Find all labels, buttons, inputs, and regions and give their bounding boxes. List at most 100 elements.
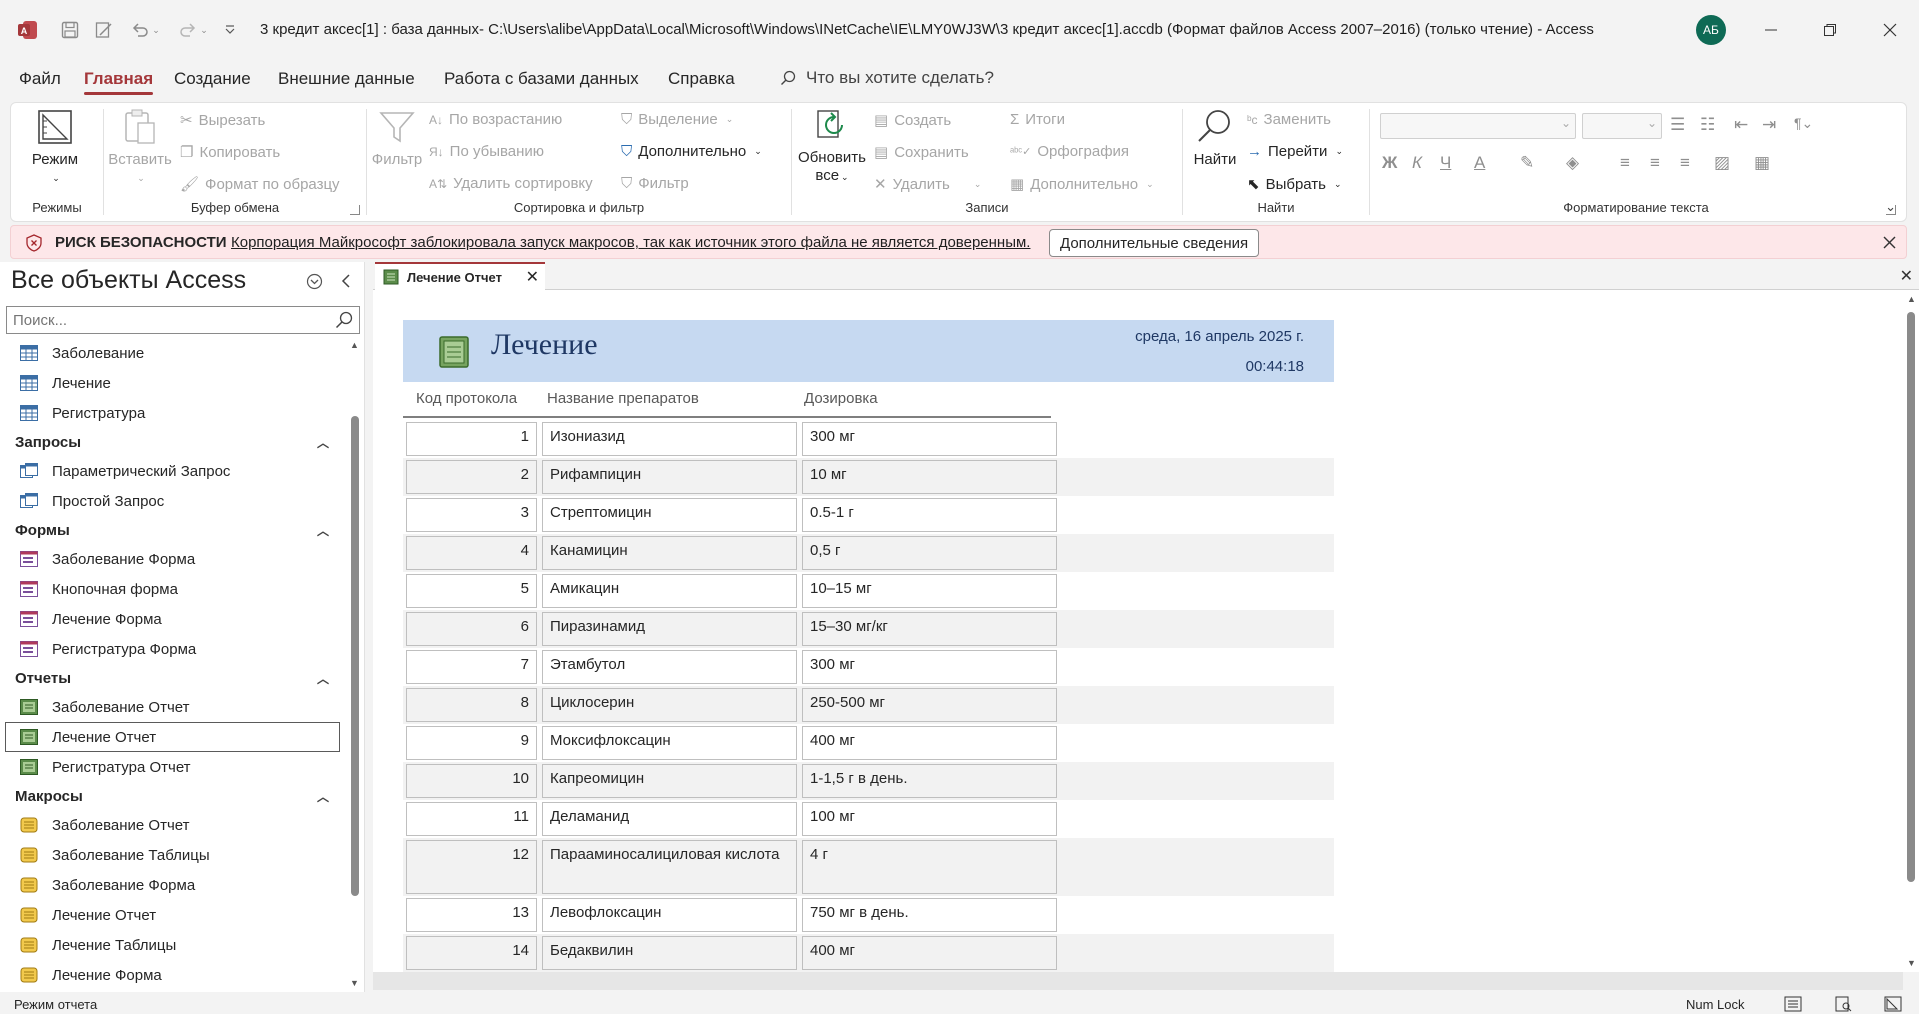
bold-icon[interactable]: Ж	[1382, 153, 1397, 173]
align-left-icon[interactable]: ≡	[1620, 153, 1630, 173]
protocol-code-cell[interactable]: 7	[406, 650, 537, 684]
nav-category[interactable]: Запросы ︿	[0, 428, 345, 456]
new-record-button[interactable]: ▤ Создать	[874, 111, 951, 130]
form-edit-icon[interactable]	[92, 18, 116, 42]
sort-ascending-button[interactable]: A↓ По возрастанию	[429, 111, 562, 128]
select-button[interactable]: ⬉ Выбрать ⌄	[1247, 175, 1342, 194]
dosage-cell[interactable]: 400 мг	[802, 936, 1057, 970]
restore-button[interactable]	[1815, 15, 1845, 45]
nav-item[interactable]: Заболевание Таблицы	[0, 840, 345, 870]
undo-dropdown-icon[interactable]: ⌄	[150, 18, 162, 42]
drug-name-cell[interactable]: Рифампицин	[542, 460, 797, 494]
report-horizontal-scrollbar[interactable]	[373, 972, 1903, 990]
dosage-cell[interactable]: 750 мг в день.	[802, 898, 1057, 932]
nav-item[interactable]: Регистратура Отчет	[0, 752, 345, 782]
print-preview-icon[interactable]	[1834, 996, 1852, 1012]
protocol-code-cell[interactable]: 9	[406, 726, 537, 760]
access-app-icon[interactable]: A	[16, 18, 40, 42]
protocol-code-cell[interactable]: 13	[406, 898, 537, 932]
protocol-code-cell[interactable]: 8	[406, 688, 537, 722]
dosage-cell[interactable]: 15–30 мг/кг	[802, 612, 1057, 646]
dosage-cell[interactable]: 10–15 мг	[802, 574, 1057, 608]
nav-item[interactable]: Регистратура	[0, 398, 345, 428]
increase-indent-icon[interactable]: ⇥	[1762, 115, 1776, 135]
protocol-code-cell[interactable]: 2	[406, 460, 537, 494]
avatar[interactable]: АБ	[1696, 15, 1726, 45]
drug-name-cell[interactable]: Парааминосалициловая кислота	[542, 840, 797, 894]
drug-name-cell[interactable]: Бедаквилин	[542, 936, 797, 970]
delete-record-button[interactable]: ✕ Удалить ⌄	[874, 175, 981, 194]
font-size-combo[interactable]	[1582, 113, 1662, 139]
customize-qat-icon[interactable]	[222, 18, 238, 42]
nav-item[interactable]: Заболевание Отчет	[0, 810, 345, 840]
drug-name-cell[interactable]: Стрептомицин	[542, 498, 797, 532]
protocol-code-cell[interactable]: 14	[406, 936, 537, 970]
replace-button[interactable]: ᵇc Заменить	[1247, 111, 1331, 128]
nav-category[interactable]: Формы ︿	[0, 516, 345, 544]
find-button[interactable]: Найти	[1187, 107, 1243, 169]
nav-search-input[interactable]	[7, 307, 317, 333]
save-icon[interactable]	[58, 18, 82, 42]
font-color-icon[interactable]: A	[1474, 153, 1485, 173]
dosage-cell[interactable]: 10 мг	[802, 460, 1057, 494]
tab-file[interactable]: Файл	[19, 69, 61, 89]
nav-item[interactable]: Заболевание Форма	[0, 870, 345, 900]
spelling-button[interactable]: ᵃᵇᶜ✓ Орфография	[1010, 143, 1129, 160]
protocol-code-cell[interactable]: 1	[406, 422, 537, 456]
paragraph-icon[interactable]: ¶⌄	[1794, 115, 1813, 132]
tell-me-box[interactable]: Что вы хотите сделать?	[780, 68, 994, 88]
chevron-up-icon[interactable]: ︿	[317, 788, 329, 805]
protocol-code-cell[interactable]: 6	[406, 612, 537, 646]
goto-button[interactable]: → Перейти ⌄	[1247, 143, 1343, 160]
background-image-icon[interactable]: ▨	[1714, 153, 1730, 173]
nav-item[interactable]: Кнопочная форма	[0, 574, 345, 604]
nav-item[interactable]: Параметрический Запрос	[0, 456, 345, 486]
undo-icon[interactable]	[128, 18, 152, 42]
advanced-filter-button[interactable]: ⛉ Дополнительно ⌄	[621, 143, 762, 160]
font-name-combo[interactable]	[1380, 113, 1576, 139]
save-record-button[interactable]: ▤ Сохранить	[874, 143, 969, 162]
close-document-icon[interactable]: ✕	[1900, 266, 1913, 286]
nav-item[interactable]: Лечение Отчет	[5, 722, 340, 752]
tab-database-tools[interactable]: Работа с базами данных	[444, 69, 639, 89]
bullets-icon[interactable]: ☰	[1670, 115, 1685, 135]
nav-item[interactable]: Простой Запрос	[0, 486, 345, 516]
protocol-code-cell[interactable]: 4	[406, 536, 537, 570]
more-records-button[interactable]: ▦ Дополнительно ⌄	[1010, 175, 1154, 194]
gridlines-icon[interactable]: ▦	[1754, 153, 1770, 173]
report-vertical-scrollbar[interactable]: ▲ ▼	[1903, 290, 1919, 972]
drug-name-cell[interactable]: Амикацин	[542, 574, 797, 608]
toggle-filter-button[interactable]: ⛉ Фильтр	[621, 175, 689, 192]
nav-pane-title[interactable]: Все объекты Access	[11, 266, 246, 295]
refresh-all-button[interactable]: Обновить все ⌄	[796, 107, 868, 186]
nav-item[interactable]: Заболевание	[0, 338, 345, 368]
nav-scrollbar[interactable]: ▲ ▼	[348, 338, 362, 990]
nav-scroll-thumb[interactable]	[351, 416, 359, 896]
drug-name-cell[interactable]: Левофлоксацин	[542, 898, 797, 932]
protocol-code-cell[interactable]: 11	[406, 802, 537, 836]
security-message-link[interactable]: Корпорация Майкрософт заблокировала запу…	[231, 234, 1030, 251]
totals-button[interactable]: Σ Итоги	[1010, 111, 1065, 128]
protocol-code-cell[interactable]: 3	[406, 498, 537, 532]
tab-create[interactable]: Создание	[174, 69, 251, 89]
protocol-code-cell[interactable]: 12	[406, 840, 537, 894]
redo-dropdown-icon[interactable]: ⌄	[198, 18, 210, 42]
copy-button[interactable]: ❐ Копировать	[180, 143, 280, 162]
paste-button[interactable]: Вставить ⌄	[108, 107, 172, 187]
close-icon[interactable]	[1883, 236, 1896, 249]
drug-name-cell[interactable]: Изониазид	[542, 422, 797, 456]
close-window-button[interactable]	[1875, 15, 1905, 45]
tab-lechenie-report[interactable]: Лечение Отчет ✕	[375, 262, 545, 290]
nav-item[interactable]: Лечение Форма	[0, 960, 345, 990]
clipboard-dialog-launcher-icon[interactable]	[350, 205, 360, 215]
drug-name-cell[interactable]: Этамбутол	[542, 650, 797, 684]
dosage-cell[interactable]: 100 мг	[802, 802, 1057, 836]
format-painter-button[interactable]: 🖌 Формат по образцу	[180, 175, 340, 194]
numbering-icon[interactable]: ☷	[1700, 115, 1715, 135]
cut-button[interactable]: ✂ Вырезать	[180, 111, 265, 130]
chevron-up-icon[interactable]: ︿	[317, 670, 329, 687]
drug-name-cell[interactable]: Канамицин	[542, 536, 797, 570]
drug-name-cell[interactable]: Пиразинамид	[542, 612, 797, 646]
nav-item[interactable]: Лечение Отчет	[0, 900, 345, 930]
dosage-cell[interactable]: 300 мг	[802, 650, 1057, 684]
